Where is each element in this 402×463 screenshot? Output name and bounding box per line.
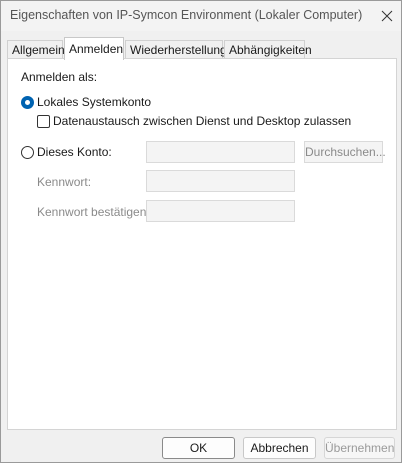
confirm-password-label: Kennwort bestätigen:: [37, 205, 150, 219]
browse-button[interactable]: Durchsuchen...: [304, 141, 386, 163]
desktop-interaction-label[interactable]: Datenaustausch zwischen Dienst und Deskt…: [53, 114, 351, 128]
tab-logon[interactable]: Anmelden: [64, 37, 124, 60]
logon-panel: Anmelden als: Lokales Systemkonto Datena…: [7, 58, 397, 430]
account-field[interactable]: [146, 141, 295, 163]
password-label: Kennwort:: [37, 175, 92, 189]
local-system-radio[interactable]: [21, 96, 34, 109]
tab-general[interactable]: Allgemein: [7, 40, 65, 59]
properties-dialog: Eigenschaften von IP-Symcon Environment …: [0, 0, 402, 463]
close-button[interactable]: [373, 1, 401, 31]
this-account-label[interactable]: Dieses Konto:: [37, 145, 112, 159]
local-system-label[interactable]: Lokales Systemkonto: [37, 95, 151, 109]
cancel-button[interactable]: Abbrechen: [243, 437, 316, 459]
close-icon: [381, 10, 393, 22]
apply-button[interactable]: Übernehmen: [324, 437, 395, 459]
ok-button[interactable]: OK: [162, 437, 235, 459]
tab-dependencies[interactable]: Abhängigkeiten: [224, 40, 312, 59]
confirm-password-field[interactable]: [146, 200, 295, 222]
tab-recovery[interactable]: Wiederherstellung: [125, 40, 227, 59]
this-account-radio[interactable]: [21, 146, 34, 159]
password-field[interactable]: [146, 170, 295, 192]
title-bar: Eigenschaften von IP-Symcon Environment …: [1, 1, 401, 31]
desktop-interaction-checkbox[interactable]: [37, 115, 50, 128]
logon-as-heading: Anmelden als:: [21, 70, 98, 84]
window-title: Eigenschaften von IP-Symcon Environment …: [10, 8, 363, 22]
